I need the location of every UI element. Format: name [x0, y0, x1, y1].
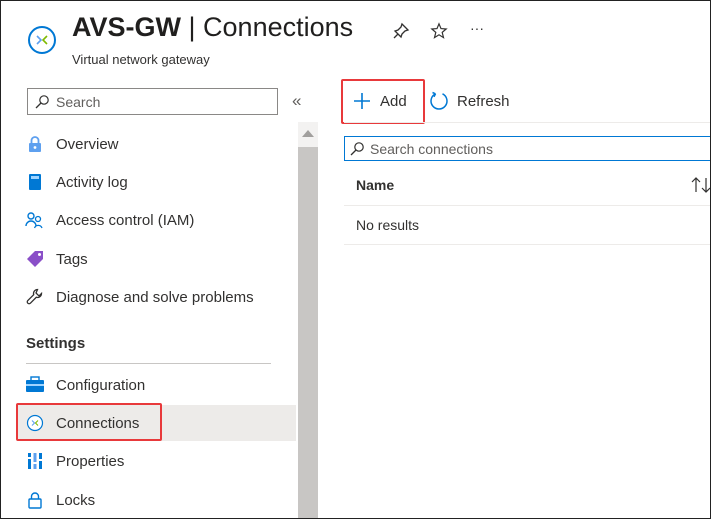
configuration-icon: [26, 376, 44, 392]
sidebar-item-configuration[interactable]: Configuration: [17, 367, 296, 403]
row-divider: [344, 244, 710, 245]
star-icon: [430, 22, 448, 39]
sidebar-item-connections[interactable]: Connections: [17, 405, 296, 441]
overview-icon: [29, 136, 41, 152]
sidebar-item-label: Properties: [56, 452, 125, 470]
refresh-icon: [430, 91, 448, 110]
refresh-button[interactable]: Refresh: [429, 87, 510, 115]
sidebar-item-label: Overview: [56, 135, 119, 153]
sidebar-item-overview[interactable]: Overview: [17, 126, 296, 162]
sidebar-item-tags[interactable]: Tags: [17, 241, 296, 277]
empty-state-text: No results: [356, 217, 420, 233]
column-header-name[interactable]: Name: [356, 177, 394, 193]
search-icon: [350, 141, 364, 155]
sidebar-item-locks[interactable]: Locks: [17, 482, 296, 518]
nav-divider: [26, 363, 271, 364]
connections-icon: [26, 414, 44, 432]
nav-search-input[interactable]: Search: [27, 88, 278, 115]
lock-icon: [28, 492, 42, 509]
refresh-label: Refresh: [457, 92, 510, 110]
sidebar-item-label: Configuration: [56, 376, 146, 394]
title-separator: |: [188, 12, 196, 42]
pin-icon: [393, 22, 410, 39]
plus-icon: [354, 93, 370, 109]
sidebar-item-label: Connections: [56, 414, 140, 432]
sidebar-item-label: Activity log: [56, 173, 128, 191]
pin-button[interactable]: [391, 21, 411, 41]
sort-icon[interactable]: [690, 176, 711, 194]
blade-title: Connections: [203, 12, 354, 42]
access-control-icon: [25, 212, 43, 229]
search-connections-placeholder: Search connections: [370, 140, 493, 157]
wrench-icon: [26, 288, 43, 305]
sidebar-item-diagnose[interactable]: Diagnose and solve problems: [17, 279, 296, 315]
header-divider: [344, 205, 710, 206]
add-button[interactable]: Add: [352, 87, 407, 115]
sidebar-item-label: Access control (IAM): [56, 211, 195, 229]
collapse-menu-button[interactable]: «: [292, 91, 308, 111]
add-label: Add: [380, 92, 407, 110]
nav-search-placeholder: Search: [56, 93, 101, 110]
properties-icon: [28, 453, 42, 469]
page-title: AVS-GW | Connections: [72, 12, 353, 43]
virtual-network-gateway-icon: [28, 26, 56, 54]
sidebar-item-access-control[interactable]: Access control (IAM): [17, 202, 296, 238]
favorite-button[interactable]: [429, 21, 449, 41]
search-connections-input[interactable]: Search connections: [344, 136, 710, 161]
nav-scrollbar-thumb[interactable]: [298, 147, 318, 518]
sidebar-item-activity-log[interactable]: Activity log: [17, 164, 296, 200]
sidebar-item-label: Locks: [56, 491, 96, 509]
more-options-button[interactable]: ···: [467, 18, 487, 38]
sidebar-item-label: Tags: [56, 250, 88, 268]
search-icon: [35, 94, 49, 108]
portal-frame: AVS-GW | Connections Virtual network gat…: [0, 0, 711, 519]
tag-icon: [27, 251, 43, 267]
resource-name: AVS-GW: [72, 12, 181, 42]
scroll-up-arrow-icon[interactable]: [302, 130, 314, 137]
sidebar-item-properties[interactable]: Properties: [17, 443, 296, 479]
activity-log-icon: [29, 174, 41, 190]
toolbar-divider: [344, 122, 710, 123]
resource-type: Virtual network gateway: [72, 52, 210, 67]
nav-section-settings: Settings: [26, 335, 86, 352]
sidebar-item-label: Diagnose and solve problems: [56, 288, 254, 306]
